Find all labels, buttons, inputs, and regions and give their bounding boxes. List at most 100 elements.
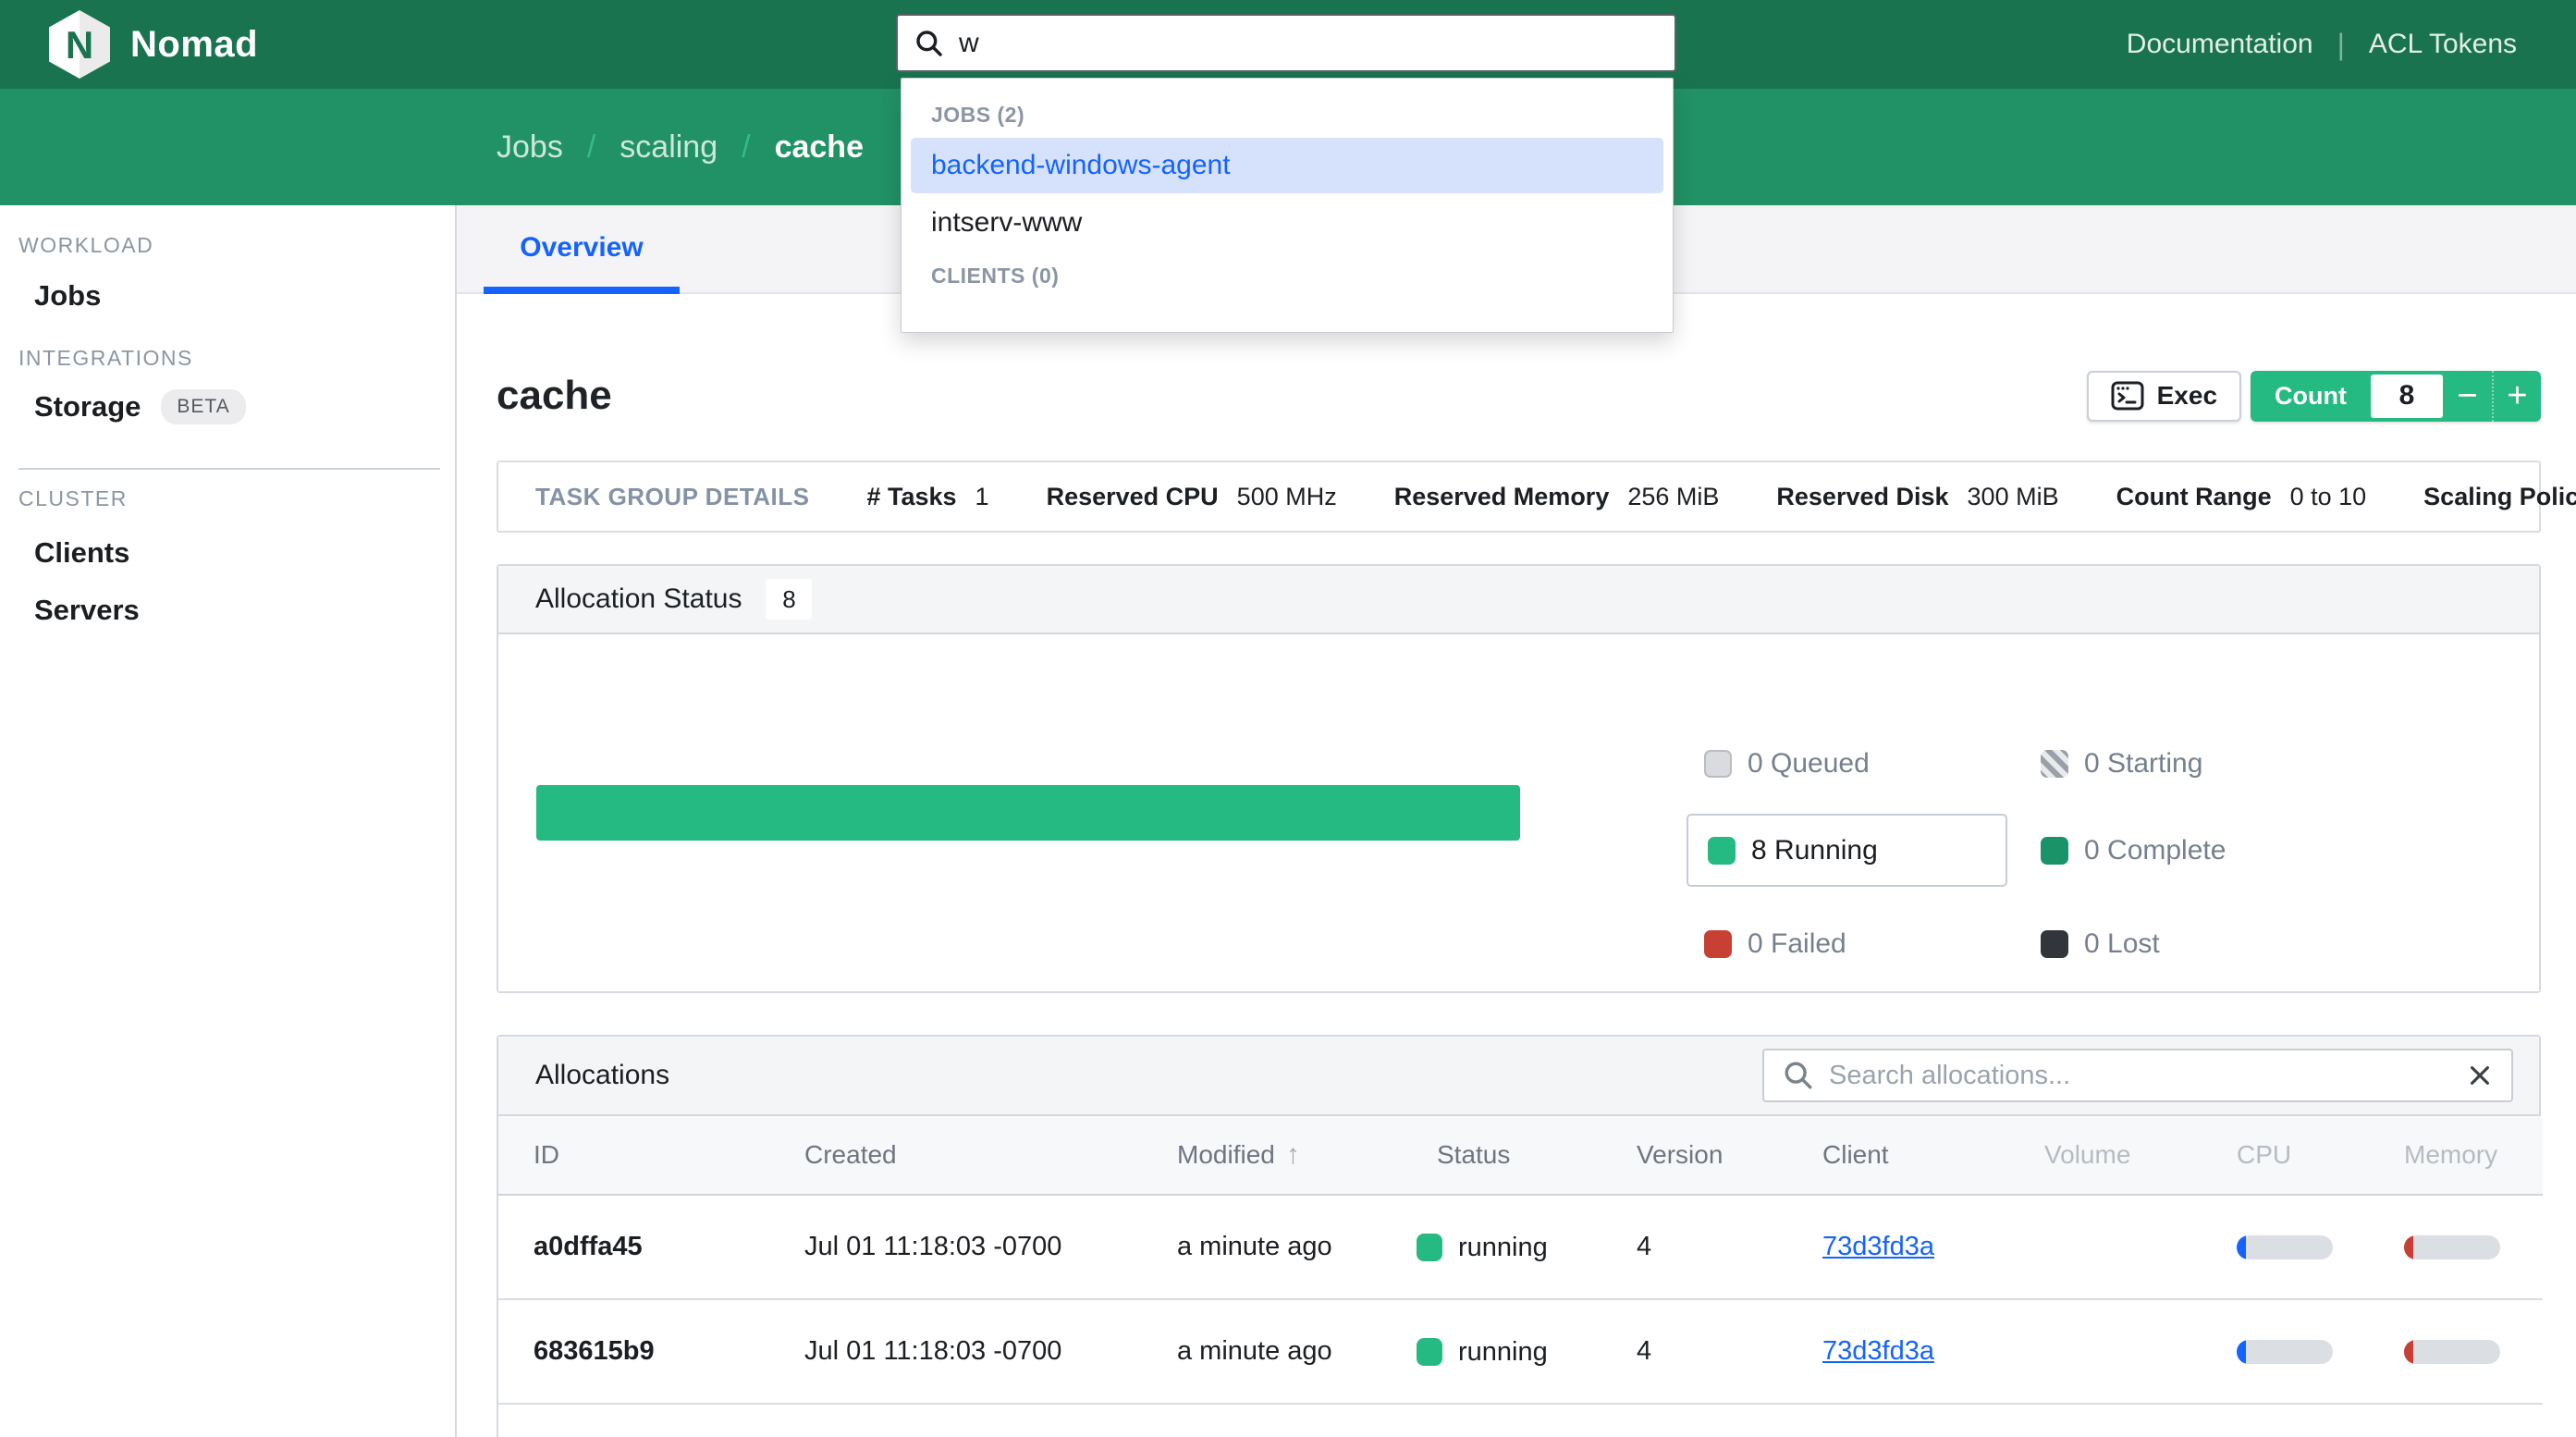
search-results-jobs-header: JOBS (2) xyxy=(931,95,1673,134)
allocation-row-partial xyxy=(498,1404,2543,1437)
count-increment-button[interactable]: + xyxy=(2492,371,2541,422)
memory-usage-bar xyxy=(2404,1340,2500,1364)
allocation-modified: a minute ago xyxy=(1142,1195,1402,1299)
allocation-id: 683615b9 xyxy=(498,1299,769,1404)
count-decrement-button[interactable]: − xyxy=(2443,371,2492,422)
allocation-status-panel: Allocation Status 8 0 Queued 0 Starting xyxy=(497,564,2541,993)
table-header-row: ID Created Modified↑ Status Version Clie… xyxy=(498,1116,2543,1195)
legend-failed[interactable]: 0 Failed xyxy=(1704,929,1846,959)
allocation-volume xyxy=(2009,1299,2202,1404)
allocation-client: 73d3fd3a xyxy=(1787,1299,2009,1404)
legend-queued[interactable]: 0 Queued xyxy=(1704,749,1870,779)
documentation-link[interactable]: Documentation xyxy=(2127,29,2313,60)
clear-search-icon[interactable] xyxy=(2467,1062,2493,1088)
allocation-count-badge: 8 xyxy=(766,579,812,620)
column-header-status[interactable]: Status xyxy=(1402,1116,1601,1195)
client-link[interactable]: 73d3fd3a xyxy=(1822,1232,1934,1261)
failed-swatch-icon xyxy=(1704,930,1732,958)
sidebar-item-clients[interactable]: Clients xyxy=(34,533,455,573)
cpu-usage-bar xyxy=(2237,1340,2333,1364)
column-header-modified[interactable]: Modified↑ xyxy=(1142,1116,1402,1195)
allocations-table: ID Created Modified↑ Status Version Clie… xyxy=(498,1116,2543,1437)
sidebar-section-cluster: CLUSTER xyxy=(18,485,455,512)
svg-text:N: N xyxy=(66,23,93,67)
count-label: Count xyxy=(2251,382,2371,411)
column-header-version[interactable]: Version xyxy=(1601,1116,1787,1195)
client-link[interactable]: 73d3fd3a xyxy=(1822,1336,1934,1366)
lost-swatch-icon xyxy=(2041,930,2068,958)
brand-name: Nomad xyxy=(130,24,258,66)
allocations-header: Allocations xyxy=(498,1037,2539,1116)
tab-overview[interactable]: Overview xyxy=(484,205,680,294)
sidebar-item-servers[interactable]: Servers xyxy=(34,590,455,631)
allocation-row[interactable]: a0dffa45 Jul 01 11:18:03 -0700 a minute … xyxy=(498,1195,2543,1299)
legend-running[interactable]: 8 Running xyxy=(1687,814,2007,887)
breadcrumb-separator: / xyxy=(587,129,595,166)
allocation-status-header: Allocation Status 8 xyxy=(498,566,2539,634)
search-dropdown: JOBS (2) backend-windows-agent intserv-w… xyxy=(901,78,1674,333)
detail-reserved-disk: Reserved Disk300 MiB xyxy=(1776,483,2058,511)
running-swatch-icon xyxy=(1708,837,1736,865)
sidebar-item-storage[interactable]: Storage BETA xyxy=(34,387,455,427)
acl-tokens-link[interactable]: ACL Tokens xyxy=(2369,29,2517,60)
count-value: 8 xyxy=(2371,375,2443,418)
count-stepper: Count 8 − + xyxy=(2251,371,2541,422)
allocation-id: a0dffa45 xyxy=(498,1195,769,1299)
allocations-title: Allocations xyxy=(535,1060,669,1091)
allocation-row[interactable]: 683615b9 Jul 01 11:18:03 -0700 a minute … xyxy=(498,1299,2543,1404)
allocation-status: running xyxy=(1402,1299,1601,1404)
sidebar: WORKLOAD Jobs INTEGRATIONS Storage BETA … xyxy=(0,205,457,1437)
legend-lost[interactable]: 0 Lost xyxy=(2041,929,2160,959)
link-separator: | xyxy=(2337,28,2345,62)
page-content: cache Exec Count 8 − xyxy=(457,294,2576,1437)
column-header-id[interactable]: ID xyxy=(498,1116,769,1195)
column-header-cpu: CPU xyxy=(2202,1116,2369,1195)
breadcrumb-scaling[interactable]: scaling xyxy=(619,129,718,166)
detail-scaling-policy: Scaling Policy?No xyxy=(2423,483,2576,511)
terminal-icon xyxy=(2111,381,2144,411)
page-actions: Exec Count 8 − + xyxy=(2087,371,2541,422)
legend-starting[interactable]: 0 Starting xyxy=(2041,749,2202,779)
starting-swatch-icon xyxy=(2041,750,2068,778)
global-search xyxy=(896,14,1676,72)
nomad-logo-icon: N xyxy=(49,10,110,79)
allocation-cpu xyxy=(2202,1195,2369,1299)
allocations-search xyxy=(1762,1049,2513,1102)
search-result-item[interactable]: backend-windows-agent xyxy=(911,138,1663,193)
memory-usage-bar xyxy=(2404,1235,2500,1259)
breadcrumb-separator: / xyxy=(742,129,750,166)
search-icon xyxy=(914,29,944,58)
sidebar-divider xyxy=(18,468,440,470)
allocation-status-title: Allocation Status xyxy=(535,583,742,615)
main-area: Overview cache Exec xyxy=(457,205,2576,1437)
queued-swatch-icon xyxy=(1704,750,1732,778)
sort-ascending-icon: ↑ xyxy=(1286,1139,1300,1170)
allocation-status-body: 0 Queued 0 Starting 8 Running 0 Complete xyxy=(498,634,2539,991)
global-search-input[interactable] xyxy=(959,28,1606,59)
allocation-bar-chart xyxy=(536,785,1520,841)
column-header-client[interactable]: Client xyxy=(1787,1116,2009,1195)
page-title: cache xyxy=(497,373,612,419)
allocation-modified: a minute ago xyxy=(1142,1299,1402,1404)
breadcrumb-current: cache xyxy=(775,129,864,166)
legend-complete[interactable]: 0 Complete xyxy=(2041,836,2226,866)
running-status-icon xyxy=(1417,1338,1442,1366)
sidebar-section-workload: WORKLOAD xyxy=(18,231,455,259)
allocation-version: 4 xyxy=(1601,1299,1787,1404)
exec-button[interactable]: Exec xyxy=(2087,371,2241,422)
column-header-created[interactable]: Created xyxy=(769,1116,1142,1195)
allocation-memory xyxy=(2369,1195,2543,1299)
search-result-item[interactable]: intserv-www xyxy=(911,197,1663,249)
allocation-created: Jul 01 11:18:03 -0700 xyxy=(769,1299,1142,1404)
home-link[interactable]: N Nomad xyxy=(49,10,258,79)
allocations-panel: Allocations xyxy=(497,1035,2541,1437)
allocations-search-input[interactable] xyxy=(1829,1061,2439,1091)
detail-reserved-cpu: Reserved CPU500 MHz xyxy=(1047,483,1337,511)
running-status-icon xyxy=(1417,1234,1442,1261)
sidebar-section-integrations: INTEGRATIONS xyxy=(18,344,455,372)
sidebar-item-jobs[interactable]: Jobs xyxy=(34,276,455,316)
detail-count-range: Count Range0 to 10 xyxy=(2116,483,2367,511)
nomad-ui: N Nomad Documentation | ACL Tokens Jobs … xyxy=(0,0,2576,1437)
detail-reserved-memory: Reserved Memory256 MiB xyxy=(1394,483,1720,511)
breadcrumb-jobs[interactable]: Jobs xyxy=(497,129,563,166)
